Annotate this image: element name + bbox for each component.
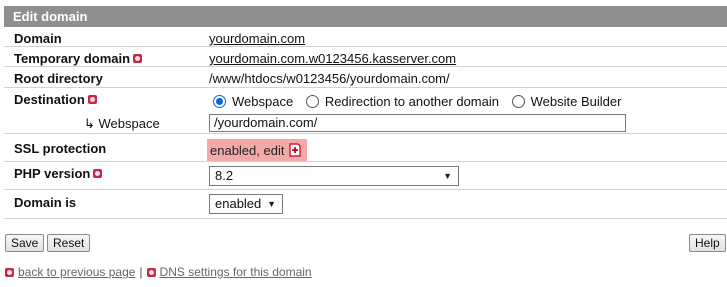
domain-status-select[interactable]: enabled ▼ <box>209 194 283 214</box>
footer-separator: | <box>139 265 143 279</box>
ssl-label: SSL protection <box>14 141 107 156</box>
panel-title: Edit domain <box>13 9 88 24</box>
webspace-label: ↳ Webspace <box>84 116 160 131</box>
domain-label: Domain <box>14 31 62 46</box>
radio-webspace[interactable]: Webspace <box>213 94 293 109</box>
certificate-edit-icon[interactable] <box>287 142 303 158</box>
radio-unchecked-icon[interactable] <box>511 95 525 108</box>
panel-header: Edit domain <box>4 6 727 27</box>
dns-icon <box>146 267 156 277</box>
help-icon[interactable] <box>133 54 143 63</box>
help-button[interactable]: Help <box>689 234 726 252</box>
footer-links: back to previous page | DNS settings for… <box>5 265 312 279</box>
ssl-status-text: enabled, edit <box>210 142 285 158</box>
destination-label: Destination <box>14 92 85 107</box>
temporary-domain-label: Temporary domain <box>14 51 131 66</box>
root-directory-label: Root directory <box>14 71 103 86</box>
radio-redirection[interactable]: Redirection to another domain <box>305 94 499 109</box>
temporary-domain-label-wrap: Temporary domain <box>14 51 143 66</box>
back-link[interactable]: back to previous page <box>18 265 135 279</box>
reset-button[interactable]: Reset <box>47 234 91 252</box>
root-directory-value: /www/htdocs/w0123456/yourdomain.com/ <box>209 71 450 86</box>
php-version-label: PHP version <box>14 166 91 181</box>
back-icon <box>5 267 14 277</box>
row-root-directory: Root directory /www/htdocs/w0123456/your… <box>4 68 727 88</box>
domain-link[interactable]: yourdomain.com <box>209 31 305 46</box>
row-ssl: SSL protection enabled, edit <box>4 135 727 162</box>
radio-checked-icon[interactable] <box>213 95 226 108</box>
temporary-domain-link[interactable]: yourdomain.com.w0123456.kasserver.com <box>209 51 456 66</box>
row-temporary-domain: Temporary domain yourdomain.com.w0123456… <box>4 48 727 67</box>
row-domain: Domain yourdomain.com <box>4 29 727 47</box>
php-version-label-wrap: PHP version <box>14 166 103 181</box>
dns-settings-link[interactable]: DNS settings for this domain <box>160 265 312 279</box>
help-icon[interactable] <box>93 169 103 178</box>
radio-website-builder[interactable]: Website Builder <box>511 94 621 109</box>
destination-radio-group: Webspace Redirection to another domain W… <box>213 94 630 109</box>
row-domain-is: Domain is enabled ▼ <box>4 191 727 219</box>
row-php-version: PHP version 8.2 ▼ <box>4 163 727 190</box>
domain-is-label: Domain is <box>14 195 77 210</box>
radio-unchecked-icon[interactable] <box>305 95 319 108</box>
chevron-down-icon: ▼ <box>267 199 276 209</box>
save-button[interactable]: Save <box>5 234 45 252</box>
row-destination: Destination Webspace Redirection to anot… <box>4 89 727 134</box>
destination-label-wrap: Destination <box>14 92 97 107</box>
help-icon[interactable] <box>87 95 97 104</box>
webspace-path-input[interactable]: /yourdomain.com/ <box>209 114 626 132</box>
ssl-status[interactable]: enabled, edit <box>207 139 307 161</box>
chevron-down-icon: ▼ <box>443 171 452 181</box>
php-version-select[interactable]: 8.2 ▼ <box>209 166 459 186</box>
